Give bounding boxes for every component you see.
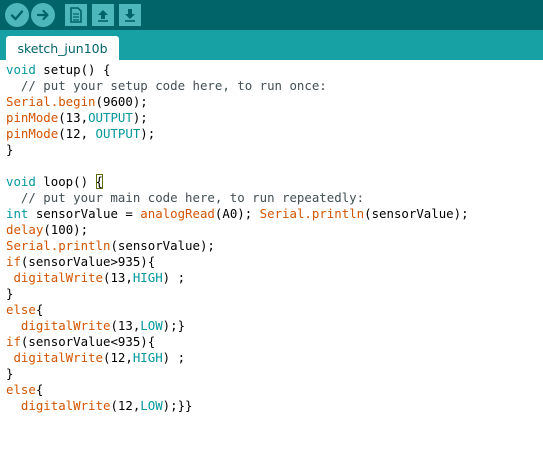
function-token: else [6,382,36,397]
code-token: (13, [110,318,141,333]
document-icon [65,4,87,26]
code-token: loop() [35,174,96,189]
function-token: delay [6,222,44,237]
code-token: (12, [58,126,96,141]
code-token: (sensorValue); [364,206,469,221]
save-button[interactable] [118,3,142,27]
code-line: int sensorValue = analogRead(A0); Serial… [6,206,469,222]
code-line: else{ [6,302,43,318]
constant-token: LOW [140,318,163,333]
code-line: pinMode(12, OUTPUT); [6,126,155,142]
code-token: (12, [110,398,141,413]
code-token: ) ; [162,270,186,285]
code-line: } [6,366,14,381]
code-line: Serial.begin(9600); [6,94,148,110]
code-line: else{ [6,382,43,398]
check-icon [5,3,29,27]
new-button[interactable] [64,3,88,27]
code-token: );}} [162,398,193,413]
open-button[interactable] [91,3,115,27]
function-token: else [6,302,36,317]
toolbar [0,0,543,30]
function-token: pinMode [6,126,59,141]
function-token: if [6,254,21,269]
code-token: ); [132,110,148,125]
arrow-up-icon [92,4,114,26]
code-token: (13, [58,110,89,125]
code-token: sensorValue = [28,206,141,221]
constant-token: HIGH [132,270,163,285]
code-token: (sensorValue>935){ [20,254,156,269]
code-line: void loop() { [6,174,103,190]
code-line: delay(100); [6,222,88,238]
code-token: (A0); [214,206,260,221]
code-token: (13, [102,270,133,285]
keyword-token: int [6,206,29,221]
function-token: Serial.begin [6,94,96,109]
code-line: digitalWrite(13,HIGH) ; [6,270,185,286]
code-token: );} [162,318,186,333]
arrow-right-icon [31,3,55,27]
code-token: (100); [43,222,89,237]
code-comment: // put your main code here, to run repea… [6,190,365,205]
constant-token: OUTPUT [95,126,141,141]
code-token: (12, [102,350,133,365]
function-token: pinMode [6,110,59,125]
code-token: ); [140,126,156,141]
keyword-token: void [6,174,36,189]
code-token: { [35,302,44,317]
code-line: if(sensorValue<935){ [6,334,155,350]
function-token: Serial.println [6,238,111,253]
tab-sketch[interactable]: sketch_jun10b [6,36,119,60]
tab-strip: sketch_jun10b [0,30,543,60]
function-token: digitalWrite [6,398,111,413]
code-line: } [6,286,14,301]
function-token: digitalWrite [6,350,103,365]
text-cursor: { [95,174,103,189]
arrow-down-icon [119,4,141,26]
code-line: digitalWrite(12,HIGH) ; [6,350,185,366]
code-line: digitalWrite(12,LOW);}} [6,398,193,414]
upload-button[interactable] [31,3,55,27]
code-token: (9600); [95,94,148,109]
function-token: digitalWrite [6,270,103,285]
function-token: Serial.println [259,206,365,221]
function-token: digitalWrite [6,318,111,333]
function-token: analogRead [140,206,215,221]
verify-button[interactable] [5,3,29,27]
code-line: pinMode(13,OUTPUT); [6,110,148,126]
code-editor[interactable]: void setup() { // put your setup code he… [0,60,543,454]
code-line: Serial.println(sensorValue); [6,238,215,254]
function-token: if [6,334,21,349]
keyword-token: void [6,62,36,77]
code-line: } [6,142,14,157]
code-line: void setup() { [6,62,110,78]
code-comment: // put your setup code here, to run once… [6,78,327,93]
code-token: ) ; [162,350,186,365]
code-line: if(sensorValue>935){ [6,254,155,270]
code-token: (sensorValue); [110,238,215,253]
constant-token: OUTPUT [88,110,133,125]
constant-token: HIGH [132,350,163,365]
code-token: (sensorValue<935){ [20,334,156,349]
constant-token: LOW [140,398,163,413]
code-token: setup() { [35,62,111,77]
code-line: digitalWrite(13,LOW);} [6,318,185,334]
arduino-ide-window: sketch_jun10b void setup() { // put your… [0,0,543,454]
code-token: { [35,382,44,397]
